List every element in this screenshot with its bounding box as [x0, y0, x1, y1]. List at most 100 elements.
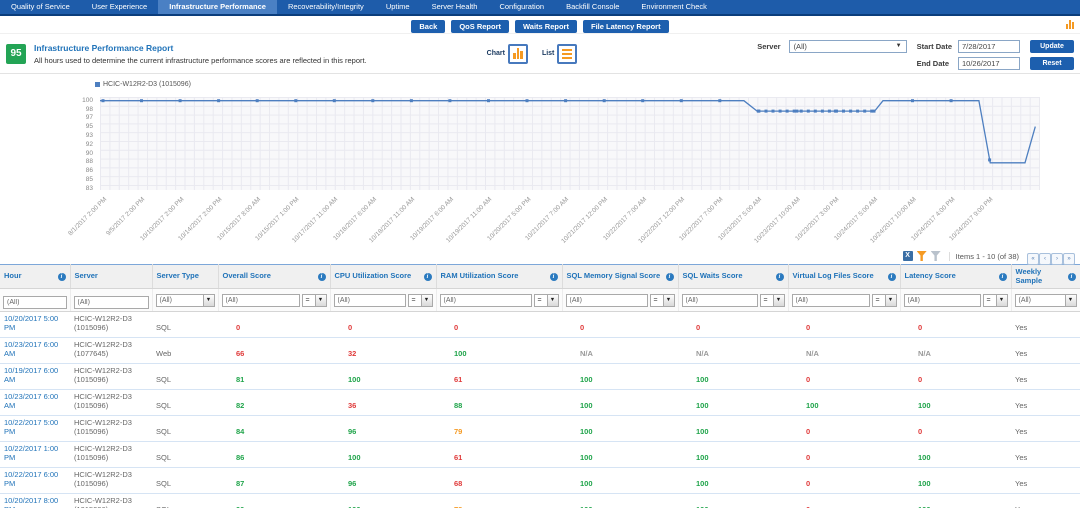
info-icon[interactable]: i: [1067, 272, 1076, 281]
filter-input-sql-memory-signal-score[interactable]: [565, 293, 648, 307]
score-cell: 100: [678, 363, 788, 390]
hour-cell[interactable]: 10/23/2017 6:00 AM: [0, 337, 70, 364]
filter-input-cpu-utilization-score[interactable]: [333, 293, 406, 307]
score-cell: 0: [900, 311, 1011, 338]
start-date-label: Start Date: [916, 41, 952, 51]
filter-operator-virtual-log-files-score[interactable]: = ▼: [871, 293, 897, 307]
hour-cell[interactable]: 10/22/2017 1:00 PM: [0, 441, 70, 468]
hour-cell[interactable]: 10/20/2017 8:00 PM: [0, 493, 70, 508]
filter-operator-cpu-utilization-score[interactable]: = ▼: [407, 293, 433, 307]
chart-view-toggle[interactable]: Chart: [487, 43, 528, 64]
update-button[interactable]: Update: [1030, 39, 1074, 53]
server-cell: HCIC-W12R2-D3(1015096): [70, 441, 152, 468]
column-header-ram-utilization-score[interactable]: RAM Utilization Score i: [436, 264, 563, 289]
clear-filter-icon[interactable]: [930, 251, 941, 261]
info-icon[interactable]: i: [423, 272, 432, 281]
column-header-weekly-sample[interactable]: Weekly Sample i: [1011, 264, 1080, 289]
nav-tab-user-experience[interactable]: User Experience: [81, 0, 158, 14]
filter-operator-sql-waits-score[interactable]: = ▼: [759, 293, 785, 307]
export-excel-icon[interactable]: X: [902, 251, 913, 261]
list-view-toggle[interactable]: List: [542, 43, 578, 64]
info-icon[interactable]: i: [887, 272, 896, 281]
filter-operator-overall-score[interactable]: = ▼: [301, 293, 327, 307]
column-header-virtual-log-files-score[interactable]: Virtual Log Files Score i: [788, 264, 901, 289]
weekly-sample-cell: Yes: [1011, 415, 1080, 442]
back-button[interactable]: Back: [411, 19, 446, 33]
filter-input-sql-waits-score[interactable]: [681, 293, 758, 307]
filter-icon[interactable]: [916, 251, 927, 261]
column-header-sql-memory-signal-score[interactable]: SQL Memory Signal Score i: [562, 264, 679, 289]
y-tick-label: 93: [85, 131, 93, 139]
server-cell: HCIC-W12R2-D3(1015096): [70, 467, 152, 494]
prev-page-button[interactable]: ‹: [1039, 253, 1051, 265]
filter-select-server-type[interactable]: (All) ▼: [155, 293, 215, 307]
last-page-button[interactable]: »: [1063, 253, 1075, 265]
score-cell: 68: [436, 467, 562, 494]
score-cell: 0: [788, 311, 900, 338]
server-select[interactable]: (All) ▼: [788, 39, 907, 53]
filter-operator-sql-memory-signal-score[interactable]: = ▼: [649, 293, 675, 307]
weekly-sample-cell: Yes: [1011, 311, 1080, 338]
score-cell: 0: [900, 415, 1011, 442]
nav-tab-quality-of-service[interactable]: Quality of Service: [0, 0, 81, 14]
score-cell: 61: [436, 363, 562, 390]
server-cell: HCIC-W12R2-D3 (1077645): [70, 337, 152, 364]
column-header-overall-score[interactable]: Overall Score i: [218, 264, 331, 289]
chart-y-axis: 100 98 97 95 93 92 90 88 86 85 83: [0, 97, 96, 192]
hour-cell[interactable]: 10/19/2017 6:00 AM: [0, 363, 70, 390]
filter-select-weekly-sample[interactable]: (All) ▼: [1014, 293, 1077, 307]
filter-operator-ram-utilization-score[interactable]: = ▼: [533, 293, 559, 307]
column-header-sql-waits-score[interactable]: SQL Waits Score i: [678, 264, 789, 289]
filter-cell-ram-utilization-score: =▼: [436, 288, 563, 312]
column-header-hour[interactable]: Hour i: [0, 264, 71, 289]
column-header-server[interactable]: Server: [70, 264, 153, 289]
nav-tab-environment-check[interactable]: Environment Check: [630, 0, 717, 14]
nav-tab-server-health[interactable]: Server Health: [421, 0, 489, 14]
next-page-button[interactable]: ›: [1051, 253, 1063, 265]
info-icon[interactable]: i: [775, 272, 784, 281]
filter-input-virtual-log-files-score[interactable]: [791, 293, 870, 307]
server-type-cell: SQL: [152, 493, 218, 508]
table-row: 10/20/2017 8:00 PMHCIC-W12R2-D3(1015096)…: [0, 493, 1080, 508]
score-cell: 87: [218, 467, 330, 494]
nav-tab-infrastructure-performance[interactable]: Infrastructure Performance: [158, 0, 277, 14]
column-label: Hour: [4, 271, 22, 281]
info-icon[interactable]: i: [57, 272, 66, 281]
file-latency-report-button[interactable]: File Latency Report: [582, 19, 669, 33]
filter-input-hour[interactable]: [3, 296, 67, 309]
hour-cell[interactable]: 10/20/2017 5:00 PM: [0, 311, 70, 338]
info-icon[interactable]: i: [998, 272, 1007, 281]
start-date-input[interactable]: [958, 39, 1020, 53]
filter-input-ram-utilization-score[interactable]: [439, 293, 532, 307]
hour-cell[interactable]: 10/22/2017 5:00 PM: [0, 415, 70, 442]
y-tick-label: 88: [85, 158, 93, 166]
filter-input-latency-score[interactable]: [903, 293, 981, 307]
column-header-server-type[interactable]: Server Type: [152, 264, 219, 289]
score-cell: 100: [562, 415, 678, 442]
nav-tab-recoverability-integrity[interactable]: Recoverability/Integrity: [277, 0, 375, 14]
end-date-input[interactable]: [958, 56, 1020, 70]
nav-tab-backfill-console[interactable]: Backfill Console: [555, 0, 630, 14]
reset-button[interactable]: Reset: [1030, 56, 1074, 70]
hour-cell[interactable]: 10/23/2017 6:00 AM: [0, 389, 70, 416]
score-cell: 61: [436, 441, 562, 468]
info-icon[interactable]: i: [317, 272, 326, 281]
filter-cell-sql-waits-score: =▼: [678, 288, 789, 312]
waits-report-button[interactable]: Waits Report: [515, 19, 577, 33]
nav-tab-uptime[interactable]: Uptime: [375, 0, 421, 14]
info-icon[interactable]: i: [549, 272, 558, 281]
filter-operator-latency-score[interactable]: = ▼: [982, 293, 1008, 307]
score-cell: 100: [678, 415, 788, 442]
filter-input-server[interactable]: [73, 296, 149, 309]
qos-report-button[interactable]: QoS Report: [451, 19, 509, 33]
table-row: 10/19/2017 6:00 AM HCIC-W12R2-D3 (1015096)…: [0, 363, 1080, 390]
filter-input-overall-score[interactable]: [221, 293, 300, 307]
score-cell: 0: [436, 311, 562, 338]
info-icon[interactable]: i: [665, 272, 674, 281]
column-header-latency-score[interactable]: Latency Score i: [900, 264, 1012, 289]
column-header-cpu-utilization-score[interactable]: CPU Utilization Score i: [330, 264, 437, 289]
nav-tab-configuration[interactable]: Configuration: [488, 0, 555, 14]
first-page-button[interactable]: «: [1027, 253, 1039, 265]
hour-cell[interactable]: 10/22/2017 6:00 PM: [0, 467, 70, 494]
chart-icon[interactable]: [1066, 19, 1074, 29]
